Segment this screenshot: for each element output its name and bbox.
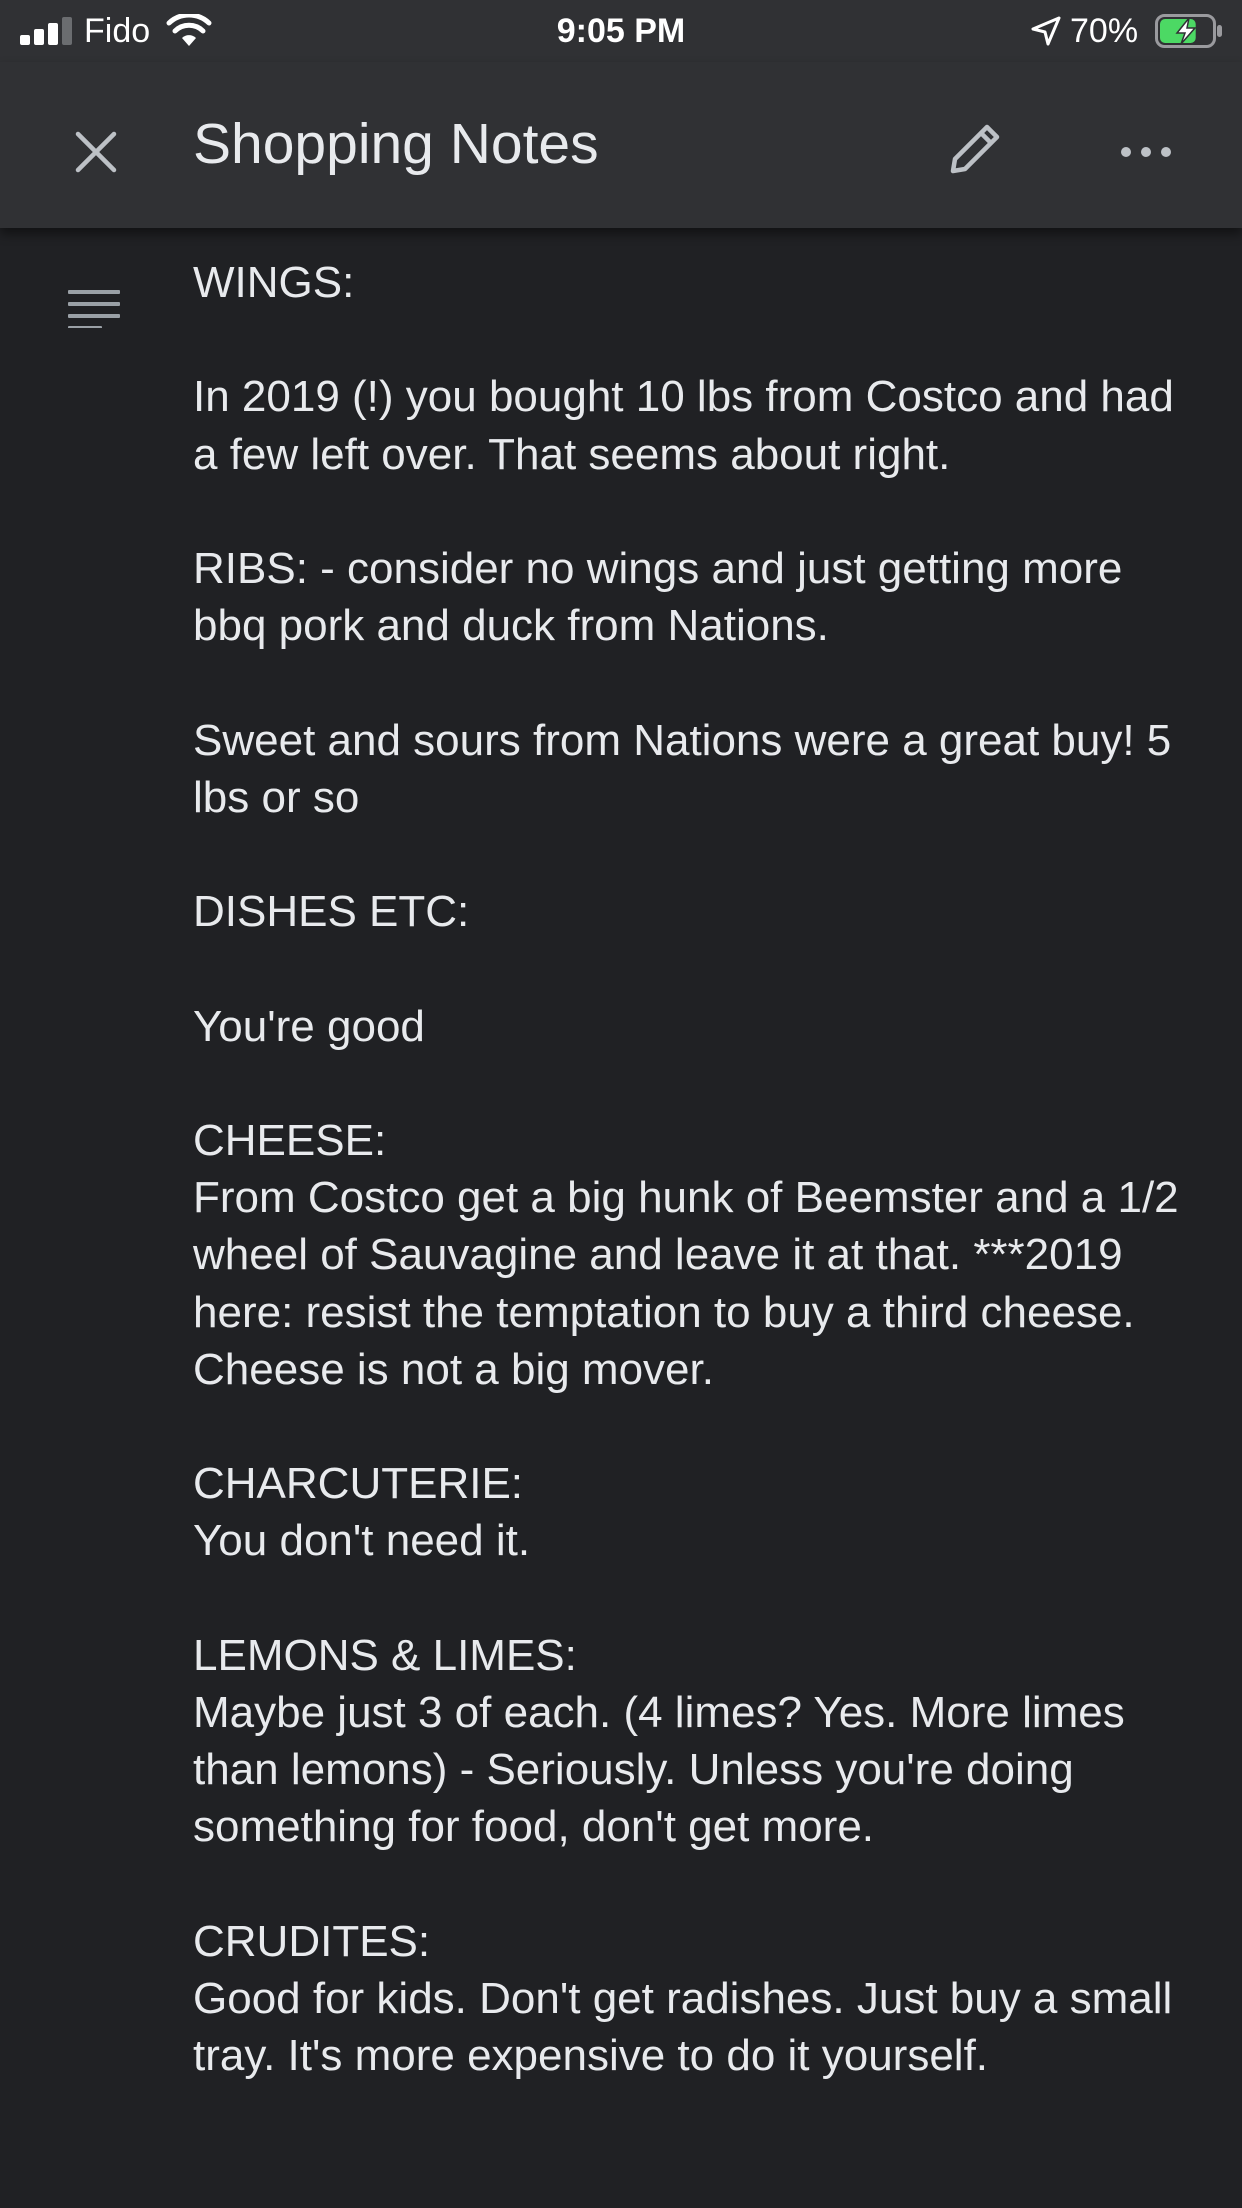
location-arrow-icon (1031, 16, 1061, 46)
edit-button[interactable] (940, 112, 1012, 184)
note-title: Shopping Notes (193, 112, 599, 176)
more-options-button[interactable] (1110, 116, 1182, 188)
close-button[interactable] (60, 116, 132, 188)
status-bar: Fido 9:05 PM 70% (0, 0, 1242, 62)
note-body[interactable]: WINGS: In 2019 (!) you bought 10 lbs fro… (193, 254, 1203, 2085)
battery-charging-icon (1155, 14, 1222, 48)
more-horizontal-icon (1121, 147, 1171, 157)
pencil-icon (950, 124, 1000, 174)
outline-list-icon[interactable] (66, 288, 122, 330)
battery-percent: 70% (1070, 12, 1139, 50)
close-icon (75, 131, 117, 173)
app-bar: Shopping Notes (0, 62, 1242, 228)
